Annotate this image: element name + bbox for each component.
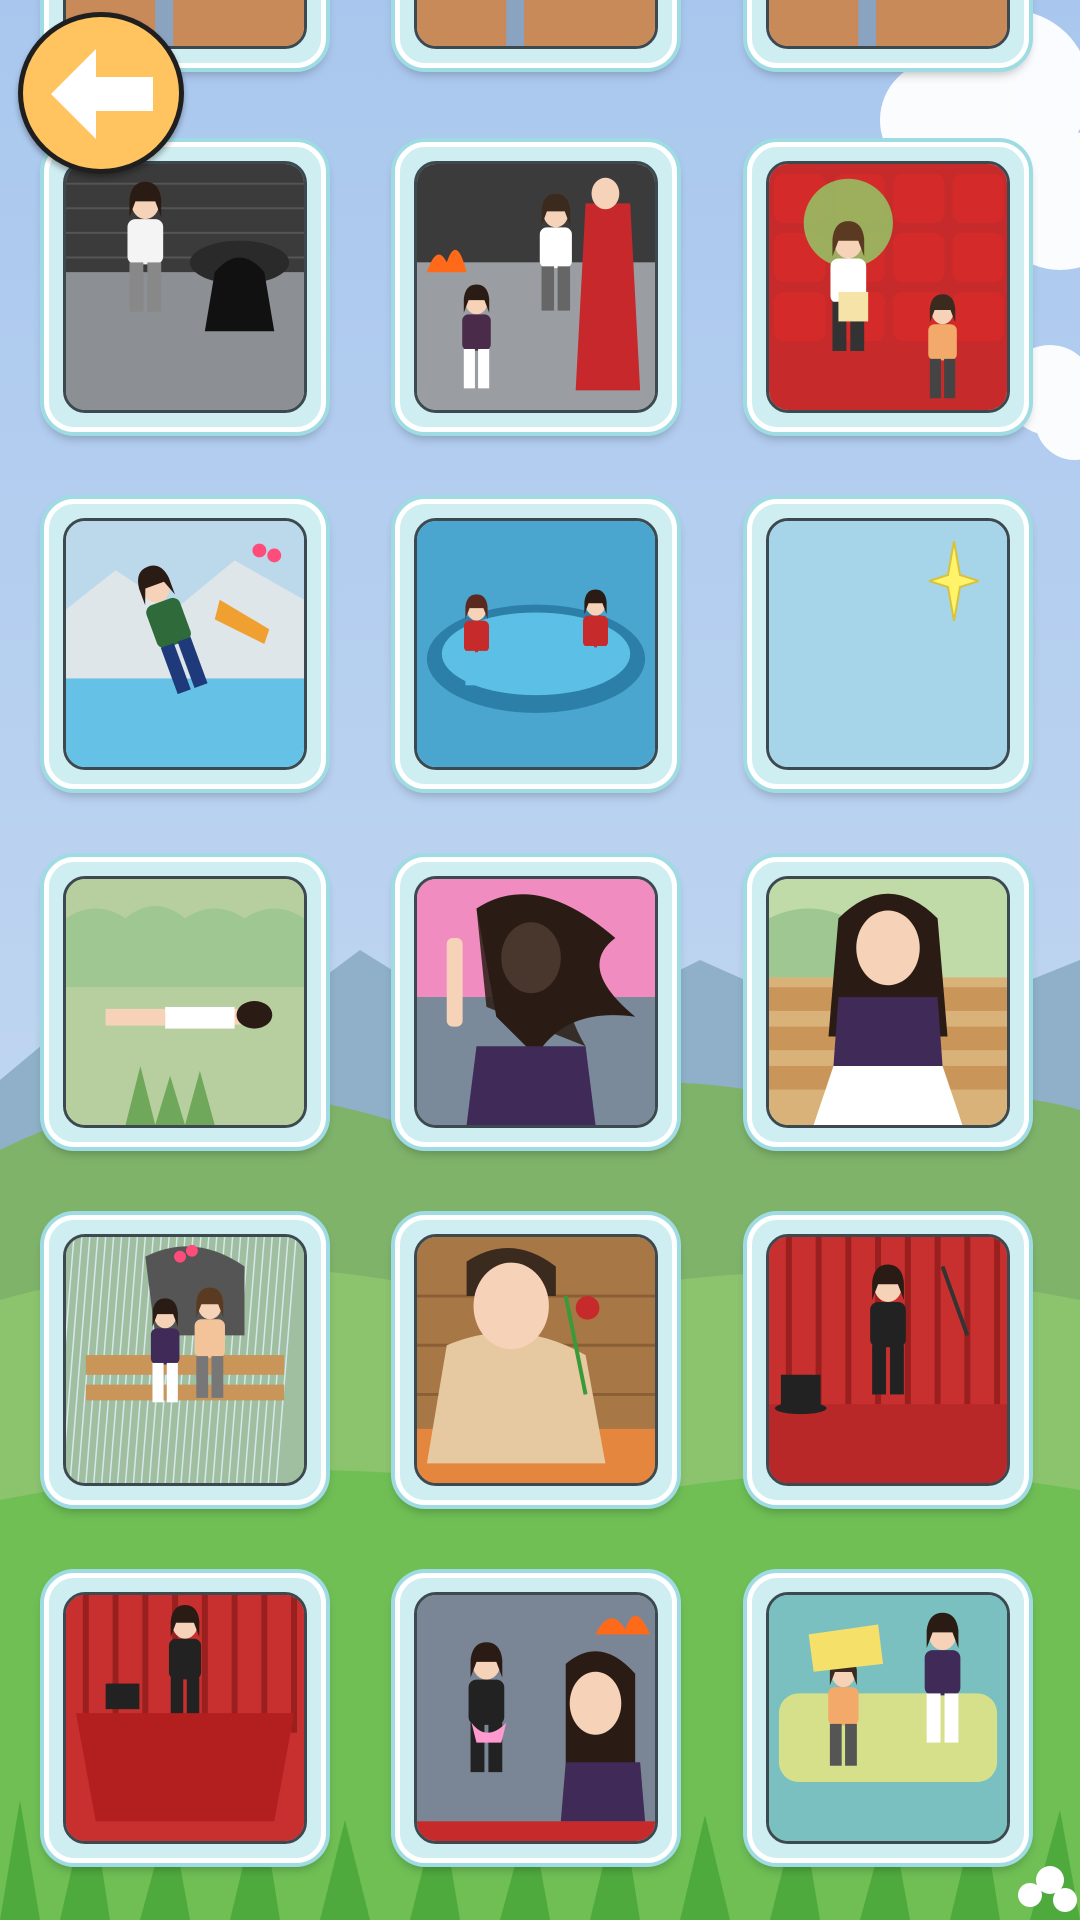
level-card-18[interactable] [747,1573,1029,1863]
level-thumbnail-frame [414,161,658,413]
level-grid [0,0,1080,1920]
level-thumbnail [417,879,655,1125]
level-card-4[interactable] [44,142,326,432]
level-card-8[interactable] [395,499,677,789]
level-card-9[interactable] [747,499,1029,789]
sparkle-icon [925,540,983,625]
level-thumbnail-frame [63,161,307,413]
level-card-14[interactable] [395,1215,677,1505]
level-thumbnail [769,1595,1007,1841]
level-thumbnail [417,1237,655,1483]
level-card-5[interactable] [395,142,677,432]
level-card-13[interactable] [44,1215,326,1505]
back-button[interactable] [18,12,184,174]
level-card-6[interactable] [747,142,1029,432]
level-thumbnail [417,1595,655,1841]
level-thumbnail [66,879,304,1125]
level-thumbnail-frame [766,0,1010,49]
level-card-10[interactable] [44,857,326,1147]
arrow-left-icon [51,49,153,139]
level-thumbnail-frame [414,876,658,1128]
level-thumbnail [769,1237,1007,1483]
level-thumbnail-frame [766,876,1010,1128]
level-thumbnail [769,879,1007,1125]
level-thumbnail [66,164,304,410]
level-card-11[interactable] [395,857,677,1147]
level-thumbnail-frame [63,876,307,1128]
level-thumbnail [66,521,304,767]
level-thumbnail [769,164,1007,410]
level-thumbnail [66,1595,304,1841]
level-thumbnail-frame [766,161,1010,413]
level-card-16[interactable] [44,1573,326,1863]
level-thumbnail [66,1237,304,1483]
level-thumbnail-frame [414,518,658,770]
level-thumbnail [417,164,655,410]
level-thumbnail-frame [766,518,1010,770]
level-thumbnail-frame [63,1592,307,1844]
level-card-7[interactable] [44,499,326,789]
level-card-3[interactable] [747,0,1029,68]
level-thumbnail-frame [63,1234,307,1486]
level-thumbnail-frame [766,1234,1010,1486]
level-thumbnail-frame [63,518,307,770]
level-thumbnail [417,521,655,767]
level-thumbnail-frame [414,1234,658,1486]
level-card-2[interactable] [395,0,677,68]
level-card-15[interactable] [747,1215,1029,1505]
level-thumbnail [769,0,1007,46]
level-thumbnail [417,0,655,46]
level-thumbnail-frame [766,1592,1010,1844]
level-card-12[interactable] [747,857,1029,1147]
level-thumbnail-frame [414,0,658,49]
level-card-17[interactable] [395,1573,677,1863]
level-thumbnail-frame [414,1592,658,1844]
